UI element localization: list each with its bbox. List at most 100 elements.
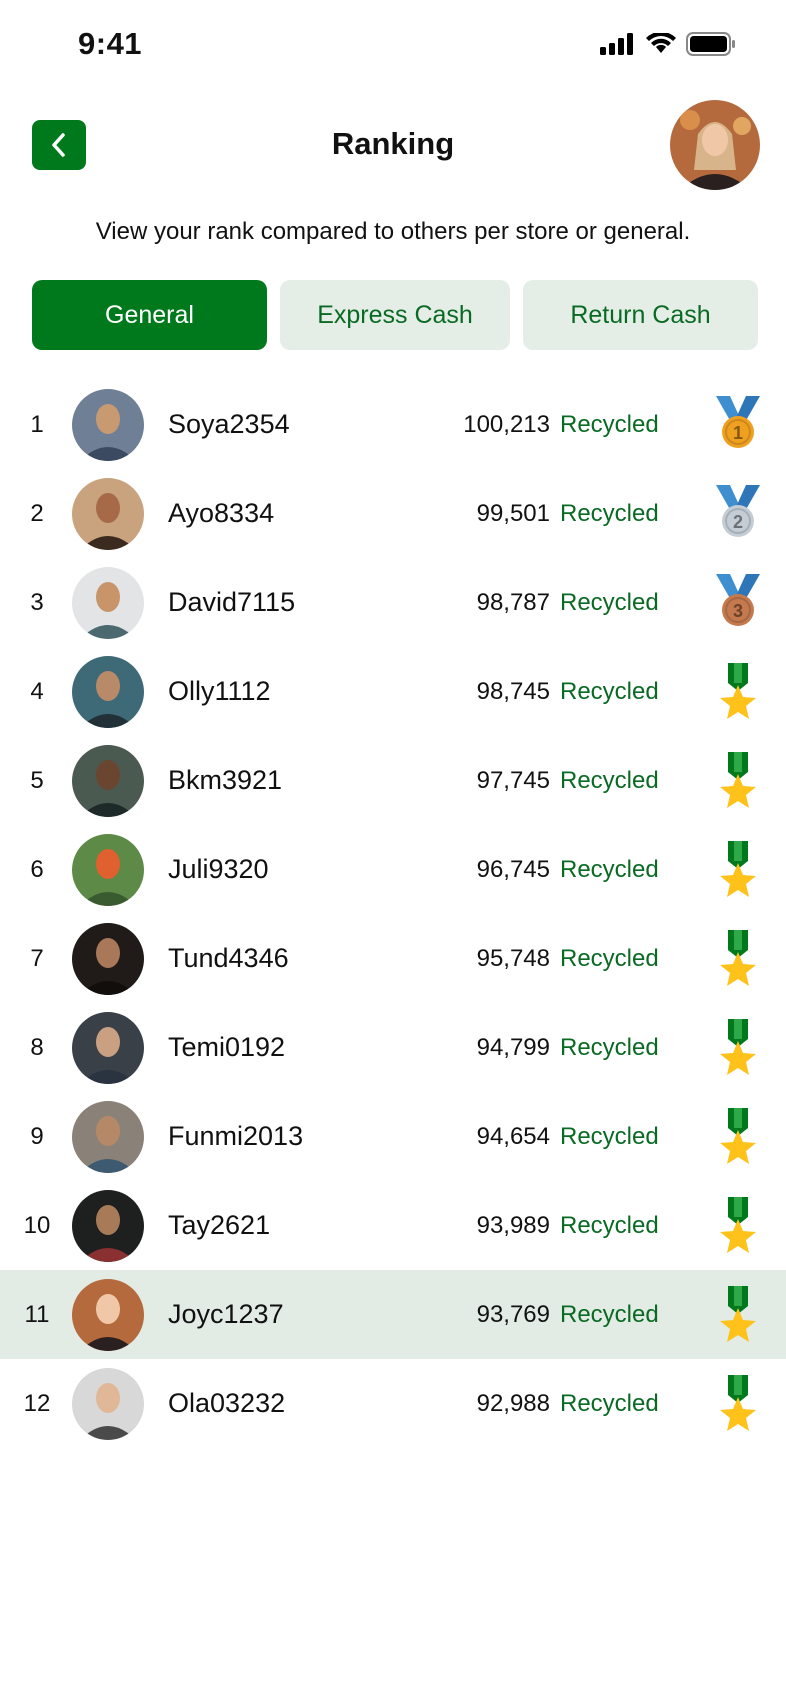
battery-icon [686,32,735,56]
user-avatar-image [72,1101,144,1173]
user-avatar[interactable] [72,1279,144,1351]
recycled-label: Recycled [560,945,659,972]
ranking-row[interactable]: 10 Tay2621 93,989 Recycled [0,1181,786,1270]
star-medal-icon [710,750,766,810]
bronze-medal-icon: 3 [710,572,766,632]
username: David7115 [168,587,296,617]
recycled-label: Recycled [560,500,659,527]
user-avatar[interactable] [72,1368,144,1440]
rank-number: 4 [30,678,44,705]
status-bar: 9:41 [0,0,786,92]
user-avatar[interactable] [72,389,144,461]
recycled-label: Recycled [560,1034,659,1061]
recycled-label: Recycled [560,1390,659,1417]
star-medal-icon [710,1017,766,1077]
username: Tund4346 [168,943,289,973]
user-avatar-image [72,1368,144,1440]
recycled-score: 99,501 [476,500,550,527]
tab-general[interactable]: General [32,280,267,350]
recycled-label: Recycled [560,856,659,883]
user-avatar[interactable] [72,567,144,639]
recycled-label: Recycled [560,1123,659,1150]
tab-express-cash[interactable]: Express Cash [280,280,510,350]
ranking-row[interactable]: 9 Funmi2013 94,654 Recycled [0,1092,786,1181]
user-avatar[interactable] [72,1012,144,1084]
recycled-score: 93,989 [476,1212,550,1239]
gold-medal-icon: 1 [710,394,766,454]
rank-number: 5 [30,767,44,794]
star-medal-icon [710,1195,766,1255]
ranking-row[interactable]: 7 Tund4346 95,748 Recycled [0,914,786,1003]
status-time: 9:41 [78,26,143,61]
star-medal-icon [710,839,766,899]
recycled-score: 98,745 [476,678,550,705]
username: Joyc1237 [168,1299,284,1329]
username: Bkm3921 [168,765,283,795]
rank-number: 9 [30,1123,44,1150]
tab-return-cash[interactable]: Return Cash [523,280,758,350]
rank-number: 2 [30,500,44,527]
ranking-list: 1 Soya2354 100,213 Recycled 1 2 Ayo8334 99,501 R… [0,380,786,1448]
username: Funmi2013 [168,1121,304,1151]
svg-text:2: 2 [733,512,743,532]
user-avatar[interactable] [72,834,144,906]
star-medal-icon [710,661,766,721]
rank-number: 12 [23,1390,51,1417]
username: Tay2621 [168,1210,271,1240]
star-medal-icon [710,1106,766,1166]
user-avatar[interactable] [72,745,144,817]
recycled-score: 95,748 [476,945,550,972]
user-avatar[interactable] [72,1101,144,1173]
user-avatar-image [72,1190,144,1262]
rank-number: 3 [30,589,44,616]
username: Soya2354 [168,409,290,439]
username: Olly1112 [168,676,271,706]
rank-number: 11 [24,1301,50,1328]
user-avatar-image [72,923,144,995]
svg-text:1: 1 [733,423,743,443]
status-icons [600,32,736,56]
subtitle: View your rank compared to others per st… [95,218,691,245]
recycled-label: Recycled [560,1212,659,1239]
user-avatar-image [72,834,144,906]
user-avatar-image [72,1279,144,1351]
signal-icon [600,33,633,55]
rank-number: 10 [23,1212,51,1239]
user-avatar[interactable] [72,478,144,550]
user-avatar-image [72,389,144,461]
rank-number: 1 [30,411,44,438]
user-avatar[interactable] [72,1190,144,1262]
svg-text:3: 3 [733,601,743,621]
ranking-row-current-user[interactable]: 11 Joyc1237 93,769 Recycled [0,1270,786,1359]
recycled-label: Recycled [560,411,659,438]
username: Ayo8334 [168,498,275,528]
user-avatar-image [72,567,144,639]
star-medal-icon [710,928,766,988]
recycled-label: Recycled [560,767,659,794]
user-avatar[interactable] [72,923,144,995]
user-avatar-image [72,656,144,728]
profile-avatar-image [670,100,760,190]
username: Temi0192 [168,1032,286,1062]
ranking-row[interactable]: 5 Bkm3921 97,745 Recycled [0,736,786,825]
ranking-row[interactable]: 3 David7115 98,787 Recycled 3 [0,558,786,647]
ranking-row[interactable]: 2 Ayo8334 99,501 Recycled 2 [0,469,786,558]
recycled-score: 98,787 [476,589,550,616]
username: Ola03232 [168,1388,286,1418]
rank-number: 6 [30,856,44,883]
username: Juli9320 [168,854,269,884]
ranking-row[interactable]: 4 Olly1112 98,745 Recycled [0,647,786,736]
rank-number: 7 [30,945,44,972]
user-avatar-image [72,745,144,817]
wifi-icon [646,33,676,53]
recycled-score: 94,654 [476,1123,550,1150]
recycled-label: Recycled [560,1301,659,1328]
user-avatar-image [72,478,144,550]
ranking-row[interactable]: 6 Juli9320 96,745 Recycled [0,825,786,914]
user-avatar[interactable] [72,656,144,728]
ranking-row[interactable]: 8 Temi0192 94,799 Recycled [0,1003,786,1092]
profile-avatar[interactable] [670,100,760,190]
recycled-score: 97,745 [476,767,550,794]
ranking-row[interactable]: 12 Ola03232 92,988 Recycled [0,1359,786,1448]
ranking-row[interactable]: 1 Soya2354 100,213 Recycled 1 [0,380,786,469]
